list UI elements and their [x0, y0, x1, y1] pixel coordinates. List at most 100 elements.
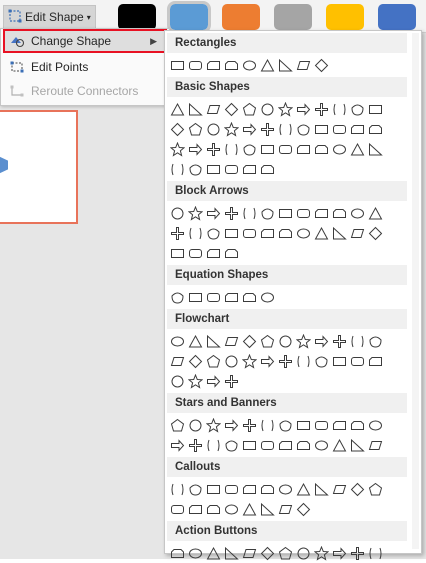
shape-option[interactable]: [312, 479, 330, 499]
shape-option[interactable]: [258, 331, 276, 351]
shape-option[interactable]: [240, 159, 258, 179]
shape-option[interactable]: [348, 331, 366, 351]
shape-option[interactable]: [204, 287, 222, 307]
shape-option[interactable]: [168, 331, 186, 351]
shape-option[interactable]: [366, 119, 384, 139]
shape-option[interactable]: [276, 543, 294, 563]
shape-option[interactable]: [240, 479, 258, 499]
shape-option[interactable]: [222, 243, 240, 263]
style-swatch[interactable]: [222, 4, 260, 30]
shape-option[interactable]: [240, 415, 258, 435]
shape-option[interactable]: [204, 203, 222, 223]
shape-option[interactable]: [348, 119, 366, 139]
edit-shape-button[interactable]: Edit Shape ▾: [3, 5, 96, 29]
shape-option[interactable]: [312, 351, 330, 371]
shape-option[interactable]: [186, 139, 204, 159]
shape-option[interactable]: [258, 435, 276, 455]
shape-option[interactable]: [258, 99, 276, 119]
shape-option[interactable]: [276, 351, 294, 371]
shape-option[interactable]: [366, 99, 384, 119]
shape-option[interactable]: [204, 351, 222, 371]
shape-option[interactable]: [168, 139, 186, 159]
shape-option[interactable]: [168, 371, 186, 391]
shape-option[interactable]: [222, 479, 240, 499]
shape-option[interactable]: [186, 331, 204, 351]
shape-option[interactable]: [222, 203, 240, 223]
shape-option[interactable]: [168, 499, 186, 519]
shape-option[interactable]: [186, 499, 204, 519]
menu-item-edit-points[interactable]: Edit Points: [3, 55, 167, 79]
shape-option[interactable]: [312, 223, 330, 243]
shape-option[interactable]: [186, 159, 204, 179]
shape-option[interactable]: [240, 99, 258, 119]
shape-option[interactable]: [186, 243, 204, 263]
shape-option[interactable]: [222, 415, 240, 435]
shape-option[interactable]: [222, 435, 240, 455]
shape-option[interactable]: [168, 119, 186, 139]
shape-option[interactable]: [204, 415, 222, 435]
shape-option[interactable]: [222, 351, 240, 371]
shape-option[interactable]: [330, 351, 348, 371]
shape-option[interactable]: [168, 243, 186, 263]
shape-option[interactable]: [222, 543, 240, 563]
shape-option[interactable]: [276, 139, 294, 159]
shape-option[interactable]: [258, 479, 276, 499]
shape-option[interactable]: [204, 159, 222, 179]
shape-option[interactable]: [240, 203, 258, 223]
style-swatch[interactable]: [274, 4, 312, 30]
shape-option[interactable]: [258, 119, 276, 139]
shape-option[interactable]: [312, 331, 330, 351]
shape-option[interactable]: [276, 415, 294, 435]
shape-option[interactable]: [330, 119, 348, 139]
shape-option[interactable]: [240, 119, 258, 139]
shape-option[interactable]: [330, 435, 348, 455]
shape-option[interactable]: [366, 331, 384, 351]
shape-option[interactable]: [294, 499, 312, 519]
shape-option[interactable]: [348, 543, 366, 563]
menu-item-change-shape[interactable]: Change Shape ▶: [3, 29, 167, 53]
shape-option[interactable]: [294, 415, 312, 435]
shape-option[interactable]: [366, 415, 384, 435]
shape-option[interactable]: [222, 119, 240, 139]
shape-option[interactable]: [258, 223, 276, 243]
shape-option[interactable]: [366, 223, 384, 243]
shape-option[interactable]: [186, 479, 204, 499]
shape-option[interactable]: [240, 499, 258, 519]
shape-option[interactable]: [204, 119, 222, 139]
shape-option[interactable]: [276, 435, 294, 455]
style-swatch[interactable]: [326, 4, 364, 30]
shape-option[interactable]: [168, 543, 186, 563]
shape-option[interactable]: [240, 543, 258, 563]
shape-option[interactable]: [276, 499, 294, 519]
shape-option[interactable]: [258, 415, 276, 435]
shape-option[interactable]: [222, 99, 240, 119]
shape-option[interactable]: [168, 203, 186, 223]
shape-option[interactable]: [204, 99, 222, 119]
shape-option[interactable]: [312, 139, 330, 159]
shape-option[interactable]: [204, 499, 222, 519]
style-swatch[interactable]: [167, 1, 211, 33]
shape-option[interactable]: [294, 119, 312, 139]
selected-shape[interactable]: [0, 154, 8, 176]
shape-option[interactable]: [186, 543, 204, 563]
shape-option[interactable]: [240, 55, 258, 75]
shape-option[interactable]: [168, 415, 186, 435]
shape-option[interactable]: [276, 331, 294, 351]
shape-option[interactable]: [294, 435, 312, 455]
shape-option[interactable]: [222, 139, 240, 159]
shape-option[interactable]: [348, 479, 366, 499]
shape-option[interactable]: [258, 55, 276, 75]
shape-option[interactable]: [276, 223, 294, 243]
shape-option[interactable]: [330, 99, 348, 119]
shape-option[interactable]: [366, 351, 384, 371]
shape-option[interactable]: [186, 223, 204, 243]
shape-option[interactable]: [276, 55, 294, 75]
shape-option[interactable]: [240, 223, 258, 243]
shape-option[interactable]: [222, 287, 240, 307]
shape-option[interactable]: [168, 159, 186, 179]
shape-option[interactable]: [204, 543, 222, 563]
shape-option[interactable]: [168, 435, 186, 455]
shape-option[interactable]: [276, 479, 294, 499]
shape-option[interactable]: [168, 479, 186, 499]
shape-option[interactable]: [312, 119, 330, 139]
